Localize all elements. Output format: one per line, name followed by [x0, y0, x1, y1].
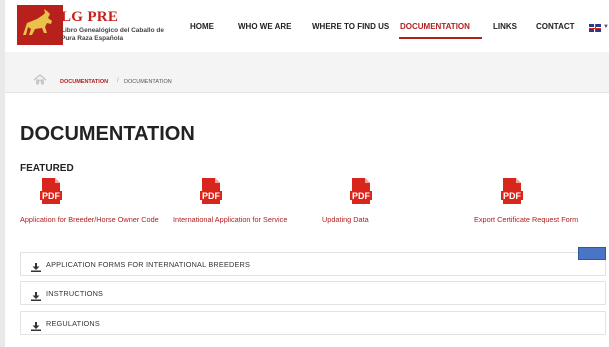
site-header: LG PRE Libro Genealógico del Caballo de … [5, 0, 609, 52]
doc-label[interactable]: International Application for Service [173, 215, 293, 225]
breadcrumb-separator: / [117, 78, 119, 84]
pdf-icon[interactable]: PDF [501, 178, 523, 206]
section-label: INSTRUCTIONS [46, 289, 104, 298]
download-icon [31, 288, 41, 306]
doc-label[interactable]: Updating Data [322, 215, 432, 225]
pdf-icon[interactable]: PDF [40, 178, 62, 206]
breadcrumb-link[interactable]: DOCUMENTATION [60, 79, 108, 85]
brand-name: LG PRE [61, 9, 119, 25]
nav-active-indicator [399, 37, 482, 39]
doc-label[interactable]: Application for Breeder/Horse Owner Code [20, 215, 170, 225]
chevron-down-icon[interactable]: ▼ [603, 24, 609, 30]
section-label: APPLICATION FORMS FOR INTERNATIONAL BREE… [46, 260, 251, 269]
nav-where-to-find-us[interactable]: WHERE TO FIND US [312, 22, 389, 31]
nav-contact[interactable]: CONTACT [536, 22, 575, 31]
scroll-button[interactable] [578, 247, 606, 260]
svg-text:PDF: PDF [503, 191, 522, 201]
nav-documentation[interactable]: DOCUMENTATION [400, 22, 470, 31]
breadcrumb: DOCUMENTATION / DOCUMENTATION [5, 52, 609, 93]
featured-heading: FEATURED [20, 163, 74, 174]
nav-home[interactable]: HOME [190, 22, 214, 31]
section-instructions[interactable]: INSTRUCTIONS [20, 281, 606, 305]
section-regulations[interactable]: REGULATIONS [20, 311, 606, 335]
svg-text:PDF: PDF [42, 191, 61, 201]
section-label: REGULATIONS [46, 319, 100, 328]
doc-label[interactable]: Export Certificate Request Form [474, 215, 606, 225]
site-logo[interactable]: LG PRE Libro Genealógico del Caballo de … [17, 5, 164, 45]
nav-links[interactable]: LINKS [493, 22, 517, 31]
horse-logo-icon [17, 5, 63, 45]
breadcrumb-current: DOCUMENTATION [124, 79, 172, 85]
home-icon[interactable] [33, 72, 47, 90]
download-icon [31, 259, 41, 277]
download-icon [31, 318, 41, 336]
svg-text:PDF: PDF [202, 191, 221, 201]
page-title: DOCUMENTATION [20, 123, 195, 145]
nav-who-we-are[interactable]: WHO WE ARE [238, 22, 291, 31]
uk-flag-icon[interactable] [589, 24, 601, 32]
svg-text:PDF: PDF [352, 191, 371, 201]
brand-subtitle: Libro Genealógico del Caballo de Pura Ra… [61, 27, 164, 42]
pdf-icon[interactable]: PDF [350, 178, 372, 206]
pdf-icon[interactable]: PDF [200, 178, 222, 206]
section-application-forms[interactable]: APPLICATION FORMS FOR INTERNATIONAL BREE… [20, 252, 606, 276]
